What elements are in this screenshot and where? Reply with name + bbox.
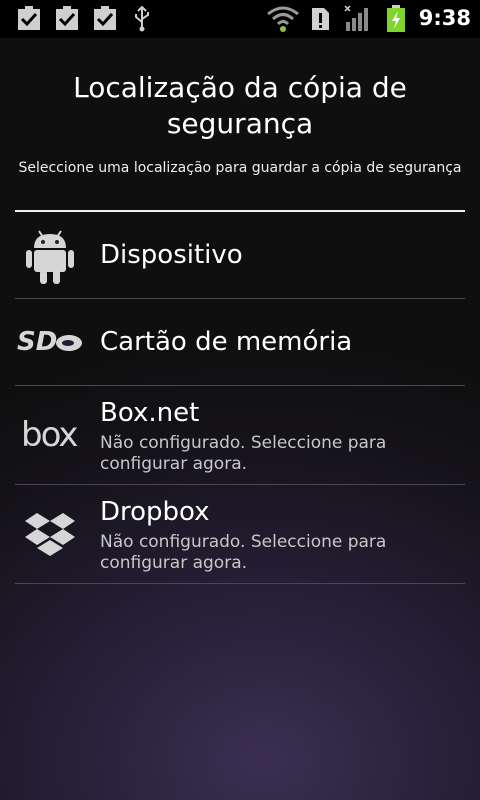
svg-text:box: box [21,416,78,452]
location-item-device[interactable]: Dispositivo [15,212,465,299]
signal-icon [344,5,368,31]
status-bar: 9:38 [0,0,480,38]
location-description: Não configurado. Seleccione para configu… [100,433,387,474]
status-time: 9:38 [418,6,471,30]
location-label: Box.net [100,398,200,428]
location-description: Não configurado. Seleccione para configu… [100,532,387,573]
android-icon [26,230,74,284]
alert-icon [312,8,329,30]
checkbox-notification-icon[interactable] [92,6,118,32]
dropbox-logo-icon [25,513,75,556]
location-item-dropbox[interactable]: Dropbox Não configurado. Seleccione para… [15,485,465,584]
usb-icon[interactable] [132,6,152,32]
battery-charging-icon [387,5,405,32]
location-item-memory-card[interactable]: SD Cartão de memória [15,299,465,386]
page-title: Localização da cópia de segurança [73,71,407,140]
wifi-icon [267,6,299,32]
box-logo-icon: box [21,416,79,452]
checkbox-notification-icon[interactable] [54,6,80,32]
checkbox-notification-icon[interactable] [16,6,42,32]
location-item-box[interactable]: box Box.net Não configurado. Seleccione … [15,386,465,485]
page-subtitle: Seleccione uma localização para guardar … [18,160,462,176]
location-label: Cartão de memória [100,327,353,357]
svg-text:SD: SD [17,329,57,355]
sd-card-icon: SD [17,329,82,355]
location-label: Dropbox [100,497,210,527]
location-label: Dispositivo [100,240,243,270]
